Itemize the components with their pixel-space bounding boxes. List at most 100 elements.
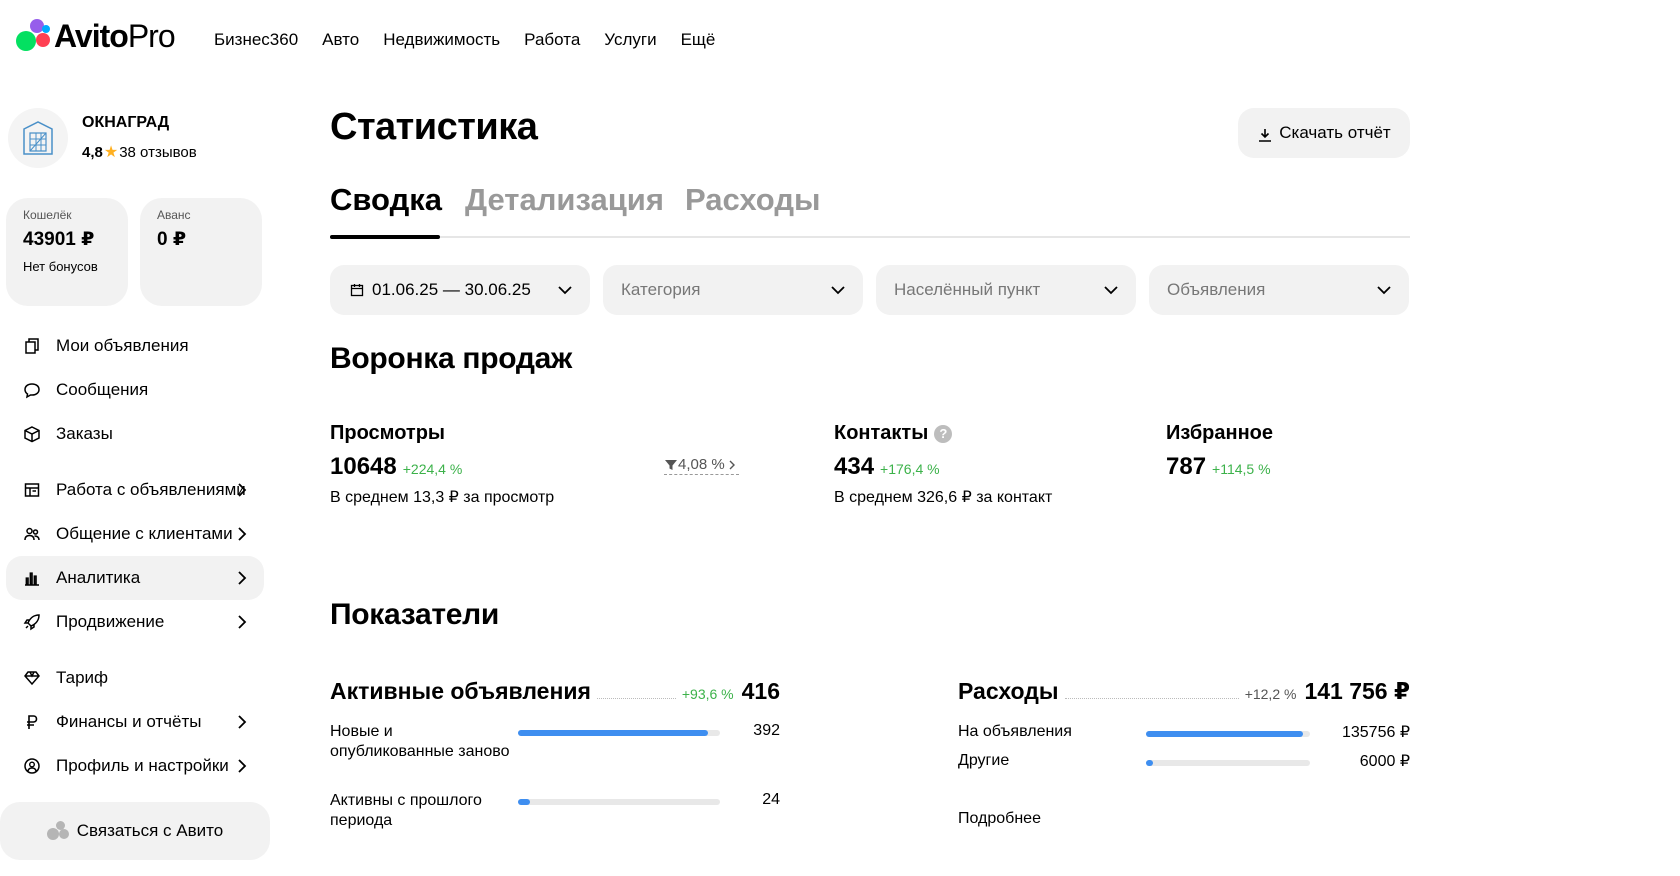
sidebar-item-analytics[interactable]: Аналитика [6,556,264,600]
contact-avito-button[interactable]: Связаться с Авито [0,802,270,860]
top-nav-realty[interactable]: Недвижимость [383,28,500,52]
avatar [8,108,68,168]
top-nav-auto[interactable]: Авто [322,28,359,52]
chevron-down-icon [1104,286,1118,295]
expenses-value: 141 756 ₽ [1304,678,1410,704]
sidebar-item-label: Общение с клиентами [56,524,233,543]
favorites-delta: +114,5 % [1212,461,1271,477]
listings-placeholder: Объявления [1167,280,1266,299]
location-placeholder: Населённый пункт [894,280,1041,299]
sidebar-item-promotion[interactable]: Продвижение [6,600,264,644]
chevron-right-icon [238,527,247,541]
download-report-button[interactable]: Скачать отчёт [1238,108,1410,158]
progress-track [518,799,720,805]
progress-fill [518,799,531,805]
sidebar-item-label: Заказы [56,424,113,443]
sidebar-item-label: Финансы и отчёты [56,712,202,731]
chevron-right-icon [238,571,247,585]
top-nav: Бизнес360 Авто Недвижимость Работа Услуг… [214,28,739,52]
views-note: В среднем 13,3 ₽ за просмотр [330,489,555,506]
top-nav-business360[interactable]: Бизнес360 [214,28,298,52]
expenses-header: Расходы +12,2 % 141 756 ₽ [958,678,1410,705]
shop-rating[interactable]: 4,8 ★ 38 отзывов [82,142,197,162]
category-select[interactable]: Категория [603,265,863,315]
expenses-delta: +12,2 % [1244,686,1297,702]
active-listings-delta: +93,6 % [681,686,734,702]
chevron-right-icon [238,615,247,629]
active-listings-title: Активные объявления [330,678,591,704]
tab-details[interactable]: Детализация [465,182,664,218]
page-title: Статистика [330,106,538,148]
advance-card[interactable]: Аванс 0 ₽ [140,198,262,306]
logo-dots-icon [16,19,52,53]
advance-value: 0 ₽ [157,229,187,250]
listings-select[interactable]: Объявления [1149,265,1409,315]
profile-icon [22,756,42,776]
views-conversion-value: 4,08 % [678,456,725,473]
chevron-down-icon [831,286,845,295]
sidebar-item-finance[interactable]: Финансы и отчёты [6,700,264,744]
sidebar-item-tariff[interactable]: Тариф [6,656,264,700]
top-nav-services[interactable]: Услуги [604,28,656,52]
chevron-right-icon [238,483,247,497]
location-select[interactable]: Населённый пункт [876,265,1136,315]
expenses-more-link[interactable]: Подробнее [958,810,1041,828]
views-value: 10648 [330,453,397,480]
ruble-icon [22,712,42,732]
download-icon [1259,129,1272,142]
sidebar-item-label: Аналитика [56,568,141,587]
shop-name: ОКНАГРАД [82,114,170,131]
sidebar-item-clients[interactable]: Общение с клиентами [6,512,264,556]
active-row-previous: Активны с прошлого периода 24 [330,791,780,835]
avito-pro-logo[interactable]: AvitoPro [16,18,196,54]
sidebar-item-listings-work[interactable]: Работа с объявлениями [6,468,264,512]
metric-views: Просмотры 10648 +224,4 % В среднем 13,3 ₽… [330,422,554,507]
top-bar: AvitoPro Бизнес360 Авто Недвижимость Раб… [0,0,1680,80]
views-delta: +224,4 % [402,461,463,477]
indicators-title: Показатели [330,598,500,631]
tab-expenses[interactable]: Расходы [685,182,821,218]
contacts-delta: +176,4 % [880,461,940,477]
contacts-value: 434 [834,453,875,480]
calendar-icon [350,284,364,297]
expenses-row-listings-label: На объявления [958,723,1072,740]
sidebar-item-my-listings[interactable]: Мои объявления [6,324,264,368]
top-nav-jobs[interactable]: Работа [524,28,580,52]
users-icon [22,524,42,544]
sidebar-item-messages[interactable]: Сообщения [6,368,264,412]
wallet-card[interactable]: Кошелёк 43901 ₽ Нет бонусов [6,198,128,306]
metric-favorites: Избранное 787 +114,5 % [1166,422,1273,481]
active-row-previous-value: 24 [762,791,780,808]
chevron-right-icon [238,759,247,773]
date-range-select[interactable]: 01.06.25 — 30.06.25 [330,265,590,315]
profile-card[interactable]: ОКНАГРАД 4,8 ★ 38 отзывов [8,108,268,172]
expenses-title: Расходы [958,678,1059,704]
active-row-new: Новые и опубликованные заново 392 [330,722,780,782]
views-conversion-link[interactable]: 4,08 % [664,456,739,475]
metric-contacts: Контакты? 434 +176,4 % В среднем 326,6 ₽ … [834,422,1052,507]
progress-track [518,730,720,736]
chat-icon [22,380,42,400]
tab-summary[interactable]: Сводка [330,182,442,218]
star-icon: ★ [103,144,119,161]
progress-fill [1146,760,1153,766]
listings-icon [22,336,42,356]
reviews-count: 38 отзывов [119,143,197,161]
expenses-row-other: Другие 6000 ₽ [958,751,1410,775]
sidebar-item-orders[interactable]: Заказы [6,412,264,456]
sidebar-item-profile[interactable]: Профиль и настройки [6,744,264,788]
active-listings-value: 416 [741,678,780,704]
expenses-row-listings-value: 135756 ₽ [1341,724,1410,741]
progress-fill [518,730,708,736]
contacts-label: Контакты [834,422,929,444]
expenses-row-other-label: Другие [958,752,1010,769]
progress-track [1146,760,1310,766]
progress-track [1146,731,1310,737]
category-placeholder: Категория [621,280,701,299]
help-icon[interactable]: ? [934,424,953,443]
favorites-label: Избранное [1166,422,1274,444]
top-nav-more[interactable]: Ещё [681,28,716,52]
funnel-icon [665,459,677,470]
avito-dots-icon [46,821,71,841]
progress-fill [1146,731,1304,737]
